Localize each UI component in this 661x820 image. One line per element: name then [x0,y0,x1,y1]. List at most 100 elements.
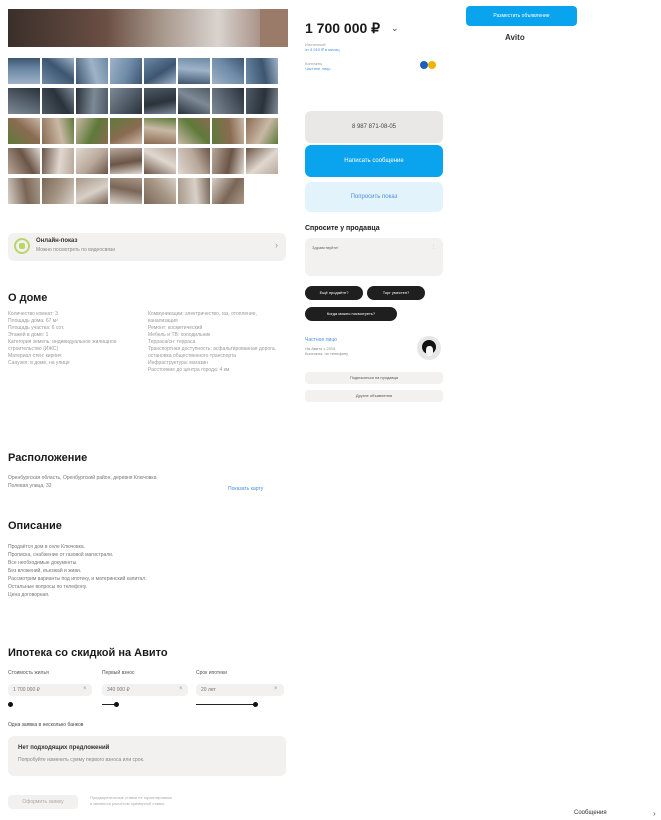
seller-info: На Авито с 2015 Контакты: по телефону [305,346,348,356]
quick-question-chip[interactable]: Ещё продаёте? [305,286,363,300]
feature-item: Мебель и ТВ: холодильник [148,332,211,338]
clear-icon[interactable]: × [179,686,183,692]
photo-thumbnail[interactable] [212,148,244,174]
avito-logo[interactable]: Avito [505,33,525,42]
photo-thumbnail[interactable] [212,88,244,114]
chevron-right-icon[interactable]: › [653,809,656,818]
price-field[interactable]: 1 700 000 ₽ [8,684,92,696]
clear-icon[interactable]: × [274,686,278,692]
rating-badge-icon [420,61,438,69]
feature-item: Ремонт: косметический [148,325,203,331]
no-offer-subtitle: Попробуйте изменить сумму первого взноса… [18,757,145,763]
photo-thumbnail[interactable] [42,88,74,114]
photo-thumbnail[interactable] [144,118,176,144]
feature-item: Площадь участка: 6 сот. [8,325,65,331]
photo-thumbnail[interactable] [110,148,142,174]
term-field-label: Срок ипотеки [196,670,227,676]
photo-thumbnail[interactable] [144,178,176,204]
photo-thumbnail[interactable] [212,58,244,84]
price: 1 700 000 ₽ [305,20,381,36]
photo-thumbnail[interactable] [178,88,210,114]
photo-thumbnail[interactable] [246,88,278,114]
term-slider-handle[interactable] [253,702,258,707]
photo-thumbnail[interactable] [212,118,244,144]
photo-row [8,148,284,174]
description-line: Продаётся дом в селе Ключовка. [8,544,86,550]
other-ads-button[interactable]: Другие объявления [305,390,443,402]
photo-thumbnail[interactable] [110,58,142,84]
photo-thumbnail[interactable] [76,148,108,174]
price-info: Ипотечный от 8 910 ₽ в месяц [305,42,340,52]
no-offer-panel [8,736,286,776]
downpayment-slider-handle[interactable] [114,702,119,707]
seller-info-line: Контакты: по телефону [305,351,349,356]
description-line: Рассмотрим варианты под ипотеку, и матер… [8,576,147,582]
seller-name[interactable]: Частное лицо [305,337,337,343]
photo-grid [8,58,284,208]
show-map-link[interactable]: Показать карту [228,486,263,492]
write-message-button[interactable]: Написать сообщение [305,145,443,177]
price-slider-handle[interactable] [8,702,13,707]
photo-thumbnail[interactable] [42,118,74,144]
section-title-mortgage: Ипотека со скидкой на Авито [8,647,168,659]
quick-question-chip[interactable]: Торг уместен? [367,286,425,300]
photo-thumbnail[interactable] [8,118,40,144]
ask-seller-text: Здравствуйте! [312,245,339,250]
term-slider-track [196,704,256,705]
photo-thumbnail[interactable] [8,148,40,174]
photo-thumbnail[interactable] [8,58,40,84]
photo-thumbnail[interactable] [76,118,108,144]
photo-thumbnail[interactable] [110,88,142,114]
seller-avatar[interactable] [417,336,441,360]
photo-thumbnail[interactable] [246,148,278,174]
photo-thumbnail[interactable] [144,148,176,174]
feature-item: Транспортная доступность: асфальтированн… [148,346,277,359]
photo-thumbnail[interactable] [178,148,210,174]
photo-thumbnail[interactable] [76,58,108,84]
photo-row [8,88,284,114]
term-field[interactable]: 20 лет [196,684,284,696]
no-offer-title: Нет подходящих предложений [18,745,110,751]
messages-button[interactable]: Сообщения [574,810,607,816]
ask-seller-input[interactable] [305,238,443,276]
photo-thumbnail[interactable] [178,178,210,204]
photo-thumbnail[interactable] [76,178,108,204]
photo-thumbnail[interactable] [246,58,278,84]
feature-item: Коммуникации: электричество, газ, отопле… [148,311,257,324]
subscribe-button[interactable]: Подписаться на продавца [305,372,443,384]
price-field-label: Стоимость жилья [8,670,49,676]
chevron-down-icon[interactable]: ⌄ [391,23,399,34]
photo-thumbnail[interactable] [8,178,40,204]
photo-thumbnail[interactable] [76,88,108,114]
photo-thumbnail[interactable] [144,88,176,114]
clear-icon[interactable]: × [83,686,87,692]
photo-thumbnail[interactable] [8,88,40,114]
photo-thumbnail[interactable] [42,178,74,204]
downpayment-field[interactable]: 340 000 ₽ [102,684,188,696]
photo-thumbnail[interactable] [246,118,278,144]
photo-thumbnail[interactable] [42,148,74,174]
quick-question-chip[interactable]: Когда можно посмотреть? [305,307,397,321]
feature-item: Площадь дома: 67 м² [8,318,58,324]
main-photo-next[interactable] [260,9,288,47]
address-line: Полевая улица, 32 [8,483,52,489]
apply-button[interactable]: Оформить заявку [8,795,78,809]
more-icon[interactable]: ⋮ [431,244,436,250]
seller-type-link[interactable]: Частное лицо [305,66,331,71]
apply-note: Предварительные ставки не гарантированы … [90,795,172,807]
post-ad-button[interactable]: Разместить объявление [466,6,577,26]
photo-thumbnail[interactable] [178,58,210,84]
request-showing-button[interactable]: Попросить показ [305,182,443,212]
main-photo[interactable] [8,9,288,47]
photo-thumbnail[interactable] [110,118,142,144]
description-line: Все необходимые документы. [8,560,78,566]
feature-item: Категория земель: индивидуальное жилищно… [8,339,117,352]
photo-thumbnail[interactable] [212,178,244,204]
photo-thumbnail[interactable] [144,58,176,84]
photo-thumbnail[interactable] [110,178,142,204]
show-phone-button[interactable]: 8 987 871-08-05 [305,111,443,143]
photo-thumbnail[interactable] [178,118,210,144]
photo-thumbnail[interactable] [42,58,74,84]
price-info-link[interactable]: от 8 910 ₽ в месяц [305,47,340,52]
house-features-left: Количество комнат: 3 Площадь дома: 67 м²… [8,311,143,367]
